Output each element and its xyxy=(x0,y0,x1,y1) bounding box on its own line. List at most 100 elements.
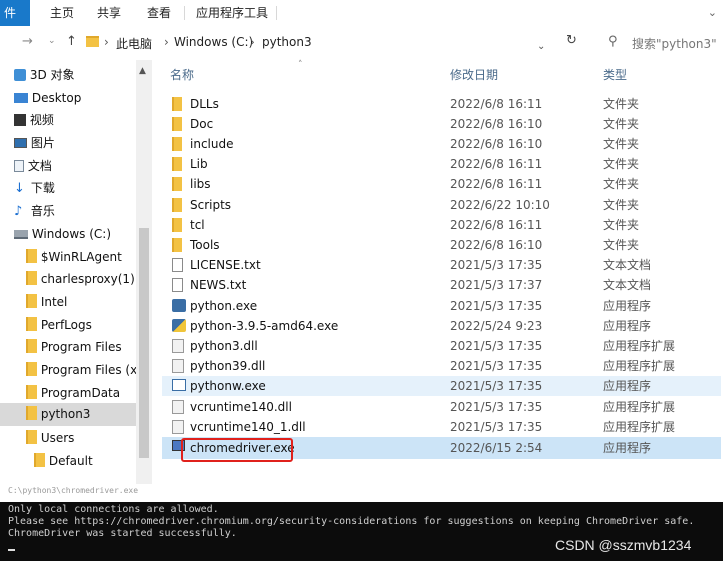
search-placeholder: 搜索"python3" xyxy=(632,37,717,51)
file-date: 2022/5/24 9:23 xyxy=(450,319,543,333)
tab-separator xyxy=(276,6,277,20)
scrollbar-thumb[interactable] xyxy=(139,228,149,458)
file-row[interactable]: Lib 2022/6/8 16:11 文件夹 xyxy=(162,154,721,174)
tab-separator xyxy=(184,6,185,20)
dll-icon xyxy=(172,400,184,414)
sidebar-item-winrlagent[interactable]: $WinRLAgent xyxy=(0,246,152,268)
sidebar-item-charlesproxy[interactable]: charlesproxy(1) xyxy=(0,268,152,290)
breadcrumb-separator-icon[interactable]: › xyxy=(250,35,255,49)
file-row[interactable]: Scripts 2022/6/22 10:10 文件夹 xyxy=(162,195,721,215)
music-icon: ♪ xyxy=(14,204,23,219)
file-row[interactable]: python39.dll 2021/5/3 17:35 应用程序扩展 xyxy=(162,356,721,376)
folder-icon xyxy=(26,317,37,331)
sidebar-item-3d-objects[interactable]: 3D 对象 xyxy=(0,64,150,86)
file-row[interactable]: pythonw.exe 2021/5/3 17:35 应用程序 xyxy=(162,376,721,396)
forward-arrow-icon[interactable]: → xyxy=(22,34,33,49)
breadcrumb-separator-icon[interactable]: › xyxy=(104,35,109,49)
sidebar-item-program-files-x86[interactable]: Program Files (x8 xyxy=(0,359,152,381)
file-row[interactable]: Tools 2022/6/8 16:10 文件夹 xyxy=(162,235,721,255)
file-row[interactable]: python.exe 2021/5/3 17:35 应用程序 xyxy=(162,296,721,316)
folder-icon xyxy=(86,36,99,47)
breadcrumb-this-pc[interactable]: 此电脑 xyxy=(116,35,152,52)
file-name: python3.dll xyxy=(190,339,258,353)
sidebar-item-users[interactable]: Users xyxy=(0,427,152,449)
sidebar-item-label: Desktop xyxy=(31,91,82,105)
sidebar-item-downloads[interactable]: ↓ 下载 xyxy=(0,177,150,199)
breadcrumb-windows-c[interactable]: Windows (C:) xyxy=(174,35,253,49)
desktop-icon xyxy=(14,93,28,103)
sidebar-scrollbar[interactable]: ▲ xyxy=(136,60,152,484)
file-date: 2022/6/22 10:10 xyxy=(450,198,550,212)
file-name: Scripts xyxy=(190,198,232,212)
expand-ribbon-icon[interactable]: ⌄ xyxy=(708,0,717,26)
up-arrow-icon[interactable]: ↑ xyxy=(66,34,77,49)
sidebar-item-pictures[interactable]: 图片 xyxy=(0,132,150,154)
file-type: 文件夹 xyxy=(603,117,640,131)
pythonw-exe-icon xyxy=(172,379,186,391)
python-exe-icon xyxy=(172,299,186,312)
file-row[interactable]: LICENSE.txt 2021/5/3 17:35 文本文档 xyxy=(162,255,721,275)
sidebar-item-intel[interactable]: Intel xyxy=(0,291,152,313)
sidebar-item-documents[interactable]: 文档 xyxy=(0,155,150,177)
tab-application-tools[interactable]: 应用程序工具 xyxy=(196,0,268,26)
file-type: 应用程序扩展 xyxy=(603,339,676,353)
file-date: 2021/5/3 17:35 xyxy=(450,339,543,353)
sidebar-item-programdata[interactable]: ProgramData xyxy=(0,382,152,404)
file-name: LICENSE.txt xyxy=(190,258,261,272)
sidebar-item-desktop[interactable]: Desktop xyxy=(0,87,150,109)
search-input[interactable]: ⚲ 搜索"python3" xyxy=(598,32,718,54)
address-box[interactable]: › 此电脑 › Windows (C:) › python3 ⌄ xyxy=(82,32,559,54)
column-header-type[interactable]: 类型 xyxy=(603,60,627,88)
file-row[interactable]: vcruntime140_1.dll 2021/5/3 17:35 应用程序扩展 xyxy=(162,417,721,437)
folder-icon xyxy=(26,294,37,308)
sidebar-item-default[interactable]: Default xyxy=(0,450,152,472)
file-row[interactable]: Doc 2022/6/8 16:10 文件夹 xyxy=(162,114,721,134)
scroll-up-icon[interactable]: ▲ xyxy=(139,66,146,76)
tab-view[interactable]: 查看 xyxy=(147,0,171,26)
folder-icon xyxy=(172,117,182,131)
tab-home[interactable]: 主页 xyxy=(50,0,74,26)
text-file-icon xyxy=(172,278,183,292)
address-dropdown-icon[interactable]: ⌄ xyxy=(537,41,545,52)
sidebar-item-label: charlesproxy(1) xyxy=(40,272,135,286)
file-type: 文件夹 xyxy=(603,238,640,252)
pictures-icon xyxy=(14,138,27,148)
file-type: 文件夹 xyxy=(603,198,640,212)
file-row[interactable]: vcruntime140.dll 2021/5/3 17:35 应用程序扩展 xyxy=(162,397,721,417)
tab-file[interactable]: 件 xyxy=(0,0,30,26)
file-row[interactable]: include 2022/6/8 16:10 文件夹 xyxy=(162,134,721,154)
refresh-icon[interactable]: ↻ xyxy=(566,33,577,48)
file-row[interactable]: tcl 2022/6/8 16:11 文件夹 xyxy=(162,215,721,235)
breadcrumb-separator-icon[interactable]: › xyxy=(164,35,169,49)
file-date: 2022/6/8 16:10 xyxy=(450,238,543,252)
file-type: 应用程序 xyxy=(603,319,652,333)
sidebar-item-videos[interactable]: 视频 xyxy=(0,109,150,131)
file-type: 文件夹 xyxy=(603,97,640,111)
tab-share[interactable]: 共享 xyxy=(97,0,121,26)
file-row[interactable]: DLLs 2022/6/8 16:11 文件夹 xyxy=(162,94,721,114)
sidebar-item-label: 音乐 xyxy=(30,204,55,218)
file-type: 应用程序扩展 xyxy=(603,359,676,373)
file-type: 文件夹 xyxy=(603,177,640,191)
column-header-name[interactable]: 名称 xyxy=(170,60,194,88)
file-row[interactable]: python-3.9.5-amd64.exe 2022/5/24 9:23 应用程序 xyxy=(162,316,721,336)
file-row[interactable]: NEWS.txt 2021/5/3 17:37 文本文档 xyxy=(162,275,721,295)
folder-icon xyxy=(34,453,45,467)
sidebar-item-music[interactable]: ♪ 音乐 xyxy=(0,200,150,222)
file-name: python-3.9.5-amd64.exe xyxy=(190,319,339,333)
folder-icon xyxy=(26,362,37,376)
console-line: ChromeDriver was started successfully. xyxy=(8,528,237,539)
sidebar-item-program-files[interactable]: Program Files xyxy=(0,336,152,358)
sidebar-item-label: 图片 xyxy=(30,136,55,150)
column-header-date[interactable]: 修改日期 xyxy=(450,60,498,88)
sidebar-item-windows-c[interactable]: Windows (C:) xyxy=(0,223,150,245)
sidebar-item-python3[interactable]: python3 xyxy=(0,403,152,426)
recent-locations-icon[interactable]: ⌄ xyxy=(48,36,56,46)
file-type: 应用程序扩展 xyxy=(603,420,676,434)
sidebar-item-perflogs[interactable]: PerfLogs xyxy=(0,314,152,336)
folder-icon xyxy=(172,238,182,252)
file-type: 文件夹 xyxy=(603,157,640,171)
breadcrumb-python3[interactable]: python3 xyxy=(262,35,312,49)
file-row[interactable]: python3.dll 2021/5/3 17:35 应用程序扩展 xyxy=(162,336,721,356)
file-row[interactable]: libs 2022/6/8 16:11 文件夹 xyxy=(162,174,721,194)
